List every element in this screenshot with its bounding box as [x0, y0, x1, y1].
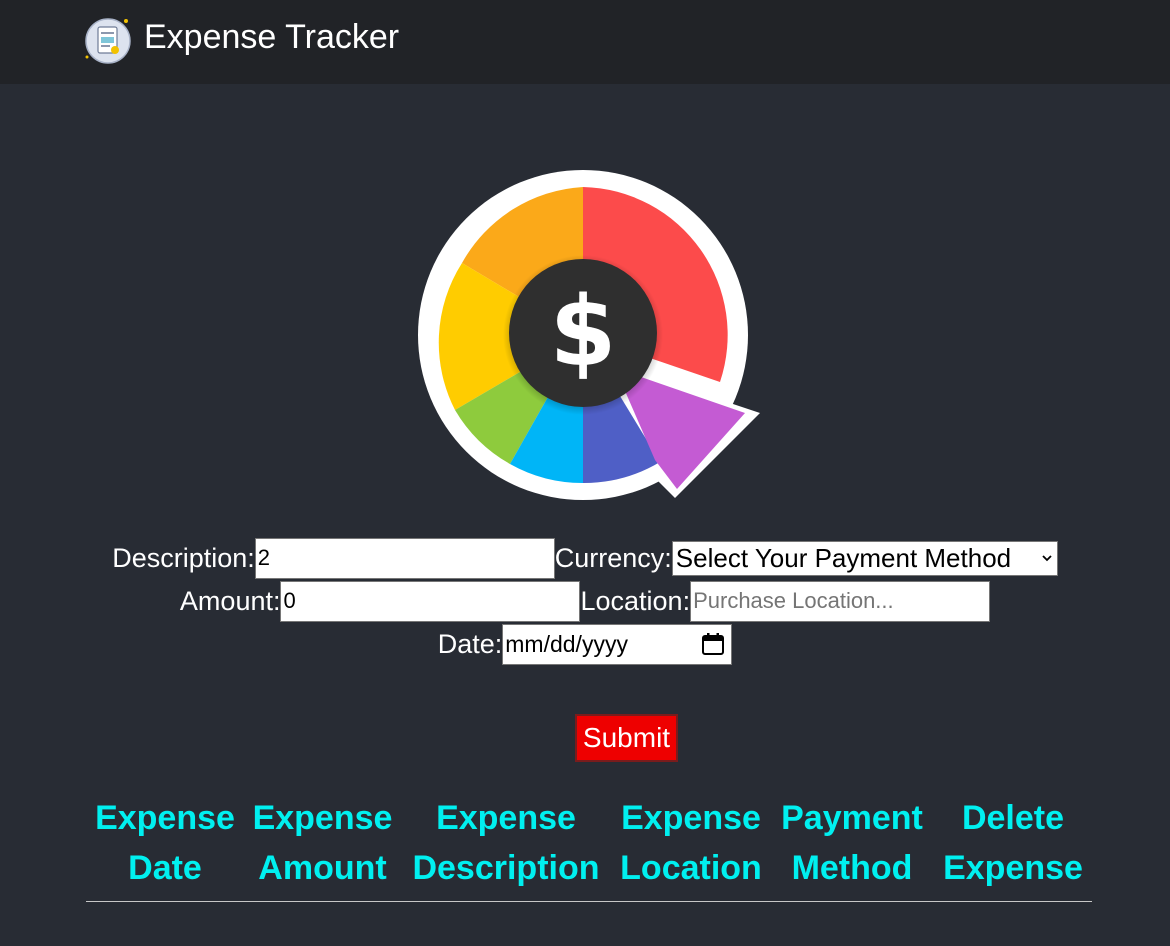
header-line: Expense [436, 799, 576, 837]
header-payment-method[interactable]: Payment Method [780, 793, 924, 893]
header-line: Expense [252, 799, 393, 837]
header-expense-date[interactable]: Expense Date [95, 793, 235, 893]
amount-input[interactable] [280, 580, 581, 622]
calendar-icon[interactable] [701, 632, 725, 656]
header-expense-amount[interactable]: Expense Amount [250, 793, 395, 893]
receipt-icon[interactable] [84, 17, 132, 65]
header-expense-description[interactable]: Expense Description [411, 793, 601, 893]
date-input[interactable]: mm/dd/yyyy [502, 623, 733, 665]
expense-table-header: Expense Date Expense Amount Expense Desc… [86, 793, 1092, 902]
svg-text:$: $ [550, 276, 617, 388]
header-line: Date [128, 849, 202, 887]
header-delete-expense[interactable]: Delete Expense [941, 793, 1085, 893]
description-label: Description: [112, 543, 255, 573]
header-line: Expense [95, 799, 235, 837]
navbar: Expense Tracker [0, 0, 1170, 84]
submit-button[interactable]: Submit [575, 714, 678, 762]
form-row-description-currency: Description: Currency: Select Your Payme… [0, 537, 1170, 579]
header-line: Delete [961, 799, 1065, 837]
header-line: Location [620, 849, 762, 887]
payment-method-selected: Select Your Payment Method [675, 542, 1012, 573]
description-input[interactable] [254, 537, 555, 579]
header-line: Amount [258, 849, 387, 887]
date-placeholder: mm/dd/yyyy [505, 630, 628, 657]
chevron-down-icon [1042, 554, 1052, 561]
expense-wheel-logo: $ [418, 170, 760, 500]
app-title[interactable]: Expense Tracker [144, 17, 399, 57]
currency-label: Currency: [554, 543, 672, 573]
header-line: Expense [621, 799, 761, 837]
header-expense-location[interactable]: Expense Location [620, 793, 762, 893]
form-row-date: Date: mm/dd/yyyy [0, 623, 1170, 665]
amount-label: Amount: [179, 586, 281, 616]
location-input[interactable] [690, 580, 991, 622]
payment-method-select[interactable]: Select Your Payment Method [671, 540, 1058, 576]
header-line: Description [412, 849, 600, 887]
header-line: Expense [943, 849, 1083, 887]
header-line: Payment [781, 799, 923, 837]
form-row-amount-location: Amount: Location: [0, 580, 1170, 622]
location-label: Location: [580, 586, 691, 616]
header-line: Method [791, 849, 913, 887]
date-label: Date: [437, 629, 503, 659]
